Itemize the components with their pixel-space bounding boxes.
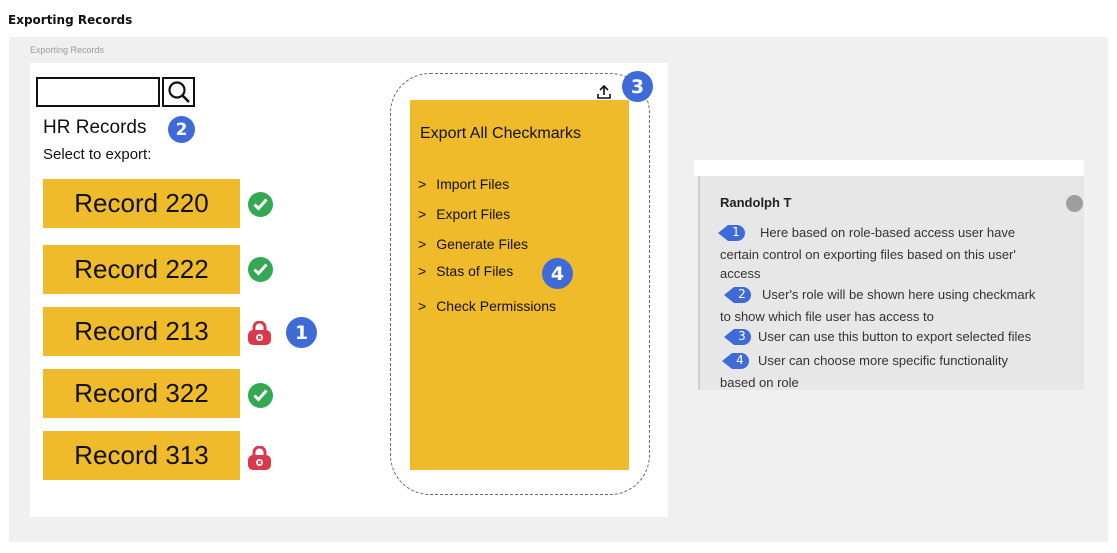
menu-item-export-files[interactable]: > Export Files: [418, 206, 510, 222]
record-button[interactable]: Record 220: [43, 179, 240, 228]
menu-item-stas-of-files[interactable]: > Stas of Files: [418, 263, 513, 279]
record-button[interactable]: Record 222: [43, 245, 240, 294]
note-badge-2: 2: [724, 286, 752, 304]
menu-item-import-files[interactable]: > Import Files: [418, 176, 509, 192]
checkmark-icon: [248, 383, 273, 408]
search-input[interactable]: [36, 77, 160, 107]
menu-item-label: Import Files: [436, 176, 510, 192]
checkmark-icon: [248, 257, 273, 282]
comment-line: User's role will be shown here using che…: [762, 287, 1036, 302]
comment-line: to show which file user has access to: [720, 309, 934, 324]
comment-author: Randolph T: [720, 195, 792, 210]
comment-status-dot[interactable]: [1066, 195, 1083, 212]
page-title: Exporting Records: [8, 13, 133, 27]
note-badge-4: 4: [722, 352, 750, 370]
lock-icon: [248, 446, 271, 470]
menu-item-label: Generate Files: [436, 236, 529, 252]
annotation-badge-4: 4: [542, 258, 573, 289]
comment-line: based on role: [720, 375, 799, 390]
record-button[interactable]: Record 322: [43, 369, 240, 418]
lock-icon: [248, 321, 271, 345]
note-badge-1: 1: [718, 224, 746, 242]
checkmark-icon: [248, 192, 273, 217]
menu-item-label: Export Files: [436, 206, 511, 222]
search-button[interactable]: [162, 77, 195, 107]
comment-line: certain control on exporting files based…: [720, 247, 1016, 262]
record-button[interactable]: Record 213: [43, 307, 240, 356]
chevron-right-icon: >: [418, 263, 427, 279]
chevron-right-icon: >: [418, 298, 427, 314]
upload-icon[interactable]: [596, 84, 612, 100]
annotation-badge-3: 3: [622, 71, 653, 102]
chevron-right-icon: >: [418, 176, 427, 192]
canvas-label: Exporting Records: [30, 45, 105, 55]
annotation-badge-2: 2: [168, 116, 195, 143]
comment-topbar: [694, 160, 1084, 176]
annotation-badge-1: 1: [286, 317, 317, 348]
export-all-checkmarks[interactable]: Export All Checkmarks: [420, 125, 581, 143]
menu-item-check-permissions[interactable]: > Check Permissions: [418, 298, 556, 314]
screen-title: HR Records: [43, 117, 147, 138]
record-button[interactable]: Record 313: [43, 431, 240, 480]
select-instruction: Select to export:: [43, 146, 152, 163]
comment-line: User can choose more specific functional…: [758, 353, 1009, 368]
menu-item-label: Stas of Files: [436, 263, 514, 279]
menu-item-generate-files[interactable]: > Generate Files: [418, 236, 528, 252]
comment-line: Here based on role-based access user hav…: [760, 225, 1016, 240]
search-icon: [168, 81, 190, 103]
comment-line: User can use this button to export selec…: [758, 329, 1032, 344]
chevron-right-icon: >: [418, 236, 427, 252]
menu-item-label: Check Permissions: [436, 298, 557, 314]
note-badge-3: 3: [724, 328, 752, 346]
export-menu-panel: [410, 100, 629, 470]
chevron-right-icon: >: [418, 206, 427, 222]
comment-line: access: [720, 266, 761, 281]
